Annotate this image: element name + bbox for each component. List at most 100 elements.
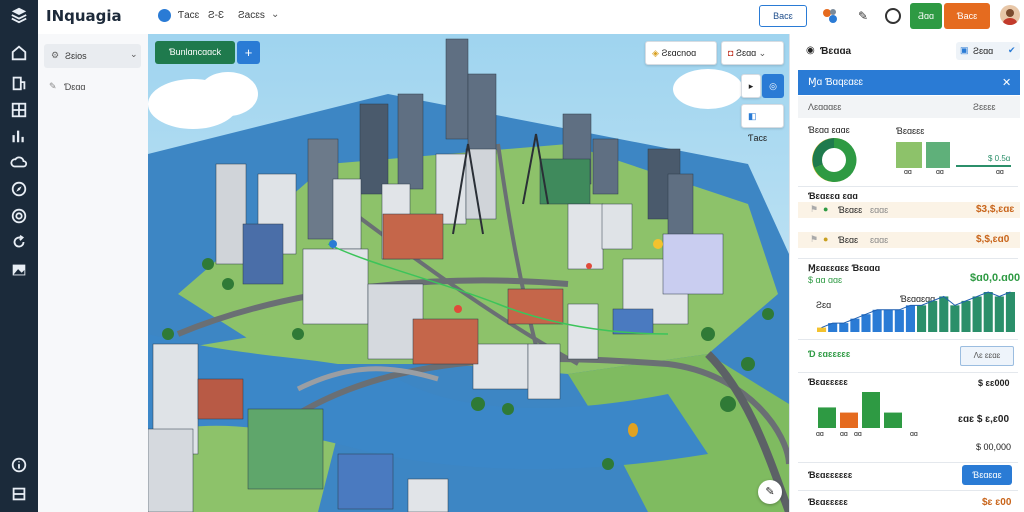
mini-tick: ɑɑ: [936, 169, 944, 176]
flag-icon: ⚑: [810, 204, 819, 214]
section-5-bar: [818, 407, 836, 428]
refresh-icon[interactable]: [9, 233, 29, 253]
city-map-view[interactable]: Ɓunlɑncɑɑck + ◈ Ƨɛɑcnoɑ ◘ Ƨɛɑɑ ⌄ ▸ ◎ ◧ Ƭ…: [148, 34, 789, 512]
chip-1-label: Ƨɛɑcnoɑ: [661, 48, 697, 58]
list-item[interactable]: ✎ Ɗɛɑɑ: [44, 78, 141, 96]
grid-icon[interactable]: [9, 101, 29, 121]
trend-bar-chart: [817, 291, 1015, 332]
exit-icon[interactable]: [9, 485, 29, 505]
bookmark-icon: ✎: [49, 81, 57, 91]
select-box[interactable]: ⚙ Ƨɛios ⌄: [44, 44, 141, 68]
close-icon[interactable]: ✕: [1002, 76, 1011, 89]
mini-tick: ɑɑ: [996, 169, 1004, 176]
tag-icon: ◈: [652, 48, 659, 58]
sub-header-right: Ƨɛɛɛɛ: [973, 102, 996, 112]
top-link-2[interactable]: Ƨ-Ɛ: [208, 10, 224, 21]
donut-gauge: [812, 137, 857, 182]
section-5-bar: [840, 412, 858, 428]
check-circle-icon: ●: [823, 204, 829, 214]
divider: [798, 186, 1018, 187]
row-value: $3,$,ɛɑɛ: [976, 204, 1015, 215]
chart-bar: [894, 309, 904, 332]
circle-icon[interactable]: [885, 8, 901, 24]
green-button[interactable]: Ƌɑɑ: [910, 3, 942, 29]
layer-toggle-button[interactable]: ◧ Ƭacɛ: [741, 104, 784, 143]
pencil-fab-icon[interactable]: ✎: [758, 480, 782, 504]
chart-bar: [839, 323, 849, 332]
chevron-down-icon: ⌄: [130, 49, 138, 59]
zoom-in-button[interactable]: ▸: [741, 74, 761, 98]
layer-button-label: Ƭacɛ: [748, 133, 768, 143]
mini-chart-label: Ɓɛɑɛɛɛ: [896, 126, 925, 136]
app-title: INquagia: [46, 7, 122, 25]
chart-bar: [883, 309, 893, 332]
square-icon: ◘: [728, 48, 734, 58]
locate-button[interactable]: ◎: [762, 74, 784, 98]
chart-bar: [917, 305, 927, 332]
home-icon[interactable]: [9, 44, 29, 64]
chart-bar: [817, 327, 827, 332]
sub-header: Ʌɛɑɑɑɛɛ Ƨɛɛɛɛ: [798, 96, 1020, 118]
chevron-down-icon[interactable]: ⌄: [271, 9, 279, 20]
gauge-label: Ɓɛɑɑ ɛɑɑɛ: [808, 125, 850, 135]
image-icon[interactable]: [9, 261, 29, 281]
mini-tick: ɑɑ: [904, 169, 912, 176]
settings-icon: ⚙: [51, 50, 60, 60]
section-3-value: $ɑ0,0.ɑ00: [970, 272, 1021, 284]
cloud-icon[interactable]: [9, 153, 29, 173]
info-icon[interactable]: [9, 456, 29, 476]
section-5-bar: [884, 412, 902, 428]
outline-button[interactable]: Bacɛ: [759, 5, 807, 27]
panel-title: Ɓɛɑɑa: [820, 46, 852, 57]
building-icon[interactable]: [9, 74, 29, 94]
layers-logo-icon[interactable]: [9, 6, 29, 26]
section-3-title: Ɱɛɑɛɛɑɛɛ Ɓɛɑɑɑ: [808, 263, 881, 273]
banner-label: Ɱɑ Ɓɑqɛɑɛɛ: [808, 77, 863, 88]
target-icon[interactable]: [9, 207, 29, 227]
edit-icon[interactable]: ✎: [858, 9, 868, 23]
list-row[interactable]: ⚑ ● Ɓɛɑɛ ɛɑɑɛ $,$,ɛɑ0: [798, 232, 1020, 248]
chart-bar: [928, 300, 938, 332]
map-chip-1[interactable]: ◈ Ƨɛɑcnoɑ: [645, 41, 717, 65]
orange-button[interactable]: Ɓacɛ: [944, 3, 990, 29]
section-6-button[interactable]: Ɓɛɑɛɑɛ: [962, 465, 1012, 485]
chart-bar: [850, 318, 860, 332]
chart-bar: [983, 292, 993, 332]
map-chip-2[interactable]: ◘ Ƨɛɑɑ ⌄: [721, 41, 784, 65]
compass-icon[interactable]: [9, 180, 29, 200]
right-panel: ◉ Ɓɛɑɑa ▣ Ƨɛɑɑ ✔ Ɱɑ Ɓɑqɛɑɛɛ ✕ Ʌɛɑɑɑɛɛ Ƨɛ…: [789, 34, 1024, 512]
list-row[interactable]: ⚑ ● Ɓɛɑɛɛ ɛɑɑɛ $3,$,ɛɑɛ: [798, 202, 1020, 218]
chart-icon[interactable]: [9, 127, 29, 147]
section-5-value-3: $ 00,000: [976, 442, 1012, 452]
divider: [798, 339, 1018, 340]
section-5-tick: ɑɑ: [840, 431, 848, 438]
section-7-title: Ɓɛɑɛɛɛɛɛ: [808, 497, 848, 507]
add-button[interactable]: +: [237, 41, 260, 64]
chart-bar: [939, 296, 949, 332]
section-7-value: $ɛ ɛ00: [982, 497, 1012, 508]
section-4-title: Ɗ ɛɑɛɛɛɛɛ: [808, 349, 851, 359]
sub-header-left: Ʌɛɑɑɑɛɛ: [808, 102, 842, 112]
chart-bar: [1005, 292, 1015, 332]
avatar[interactable]: [1000, 5, 1020, 25]
chart-trend-line: [821, 291, 1011, 329]
top-link-1[interactable]: Ƭacɛ: [178, 10, 199, 21]
info-icon: ◉: [806, 45, 815, 56]
row-label: Ɓɛɑɛ: [838, 235, 859, 245]
puzzle-icon[interactable]: [820, 6, 840, 26]
banner: Ɱɑ Ɓɑqɛɑɛɛ ✕: [798, 70, 1020, 95]
row-sub: ɛɑɑɛ: [870, 205, 889, 215]
section-2-title: Ɓɛɑɛɛɑ ɛɑɑ: [808, 191, 858, 201]
brand-logo-icon: [158, 9, 171, 22]
section-4-button[interactable]: Ʌɛ ɛɛɑɛ: [960, 346, 1014, 366]
section-5-value: $ ɛɛ000: [978, 378, 1010, 388]
section-5-title: Ɓɛɑɛɛɛɛɛ: [808, 377, 848, 387]
chart-bar: [950, 305, 960, 332]
section-6-title: Ɓɛɑɛɛɛɛɛɛ: [808, 470, 853, 480]
divider: [798, 258, 1018, 259]
left-rail: [0, 0, 38, 512]
map-primary-button[interactable]: Ɓunlɑncɑɑck: [155, 41, 235, 64]
top-link-3[interactable]: Ƨacɛs: [238, 10, 265, 21]
mini-chart-value: $ 0.5ɑ: [988, 154, 1011, 163]
panel-search[interactable]: ▣ Ƨɛɑɑ ✔: [956, 42, 1020, 60]
